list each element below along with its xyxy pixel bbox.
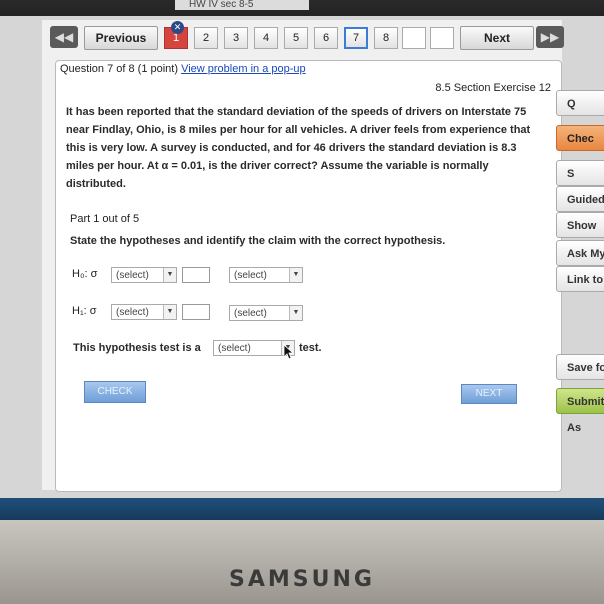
ask-instructor-button[interactable]: Ask My: [556, 240, 604, 266]
sidebar-s-button[interactable]: S: [556, 160, 604, 186]
problem-text: It has been reported that the standard d…: [66, 106, 531, 190]
question-slot-empty: [430, 27, 454, 49]
dropdown-arrow-icon: ▼: [163, 305, 176, 319]
question-7-button[interactable]: 7: [344, 27, 368, 49]
monitor-brand-logo: SAMSUNG: [229, 567, 375, 592]
next-arrow-icon[interactable]: ▶▶: [536, 26, 564, 48]
previous-arrow-icon[interactable]: ◀◀: [50, 26, 78, 48]
question-navbar: ◀◀ Previous 1 ✕ 2 3 4 5 6 7 8 Next ▶▶: [50, 21, 565, 52]
taskbar: [0, 498, 604, 520]
close-icon: ✕: [171, 21, 184, 34]
sidebar-q-button[interactable]: Q: [556, 90, 604, 116]
section-label: 8.5 Section Exercise 12: [435, 82, 551, 94]
test-type-value: (select): [218, 343, 251, 354]
dropdown-arrow-icon: ▼: [289, 268, 302, 282]
next-question-button[interactable]: Next: [460, 26, 534, 50]
h0-operator-select[interactable]: (select) ▼: [111, 267, 177, 283]
next-button[interactable]: NEXT: [461, 384, 517, 404]
question-2-button[interactable]: 2: [194, 27, 218, 49]
save-button[interactable]: Save fo: [556, 354, 604, 380]
part-label: Part 1 out of 5: [70, 213, 140, 225]
submit-assignment-button[interactable]: Submit As: [556, 388, 604, 434]
h0-operator-value: (select): [116, 270, 149, 281]
question-3-button[interactable]: 3: [224, 27, 248, 49]
check-answer-button[interactable]: Chec: [556, 125, 604, 151]
h1-claim-value: (select): [234, 308, 267, 319]
question-6-button[interactable]: 6: [314, 27, 338, 49]
check-button[interactable]: CHECK: [84, 381, 146, 403]
h1-label: H₁: σ: [72, 305, 97, 317]
h1-value-input[interactable]: [182, 304, 210, 320]
question-8-button[interactable]: 8: [374, 27, 398, 49]
question-5-button[interactable]: 5: [284, 27, 308, 49]
question-slot-empty: [402, 27, 426, 49]
test-prefix: This hypothesis test is a: [73, 342, 201, 354]
part-instruction: State the hypotheses and identify the cl…: [70, 235, 446, 247]
h1-operator-value: (select): [116, 307, 149, 318]
mouse-cursor-icon: [283, 344, 293, 360]
h1-operator-select[interactable]: (select) ▼: [111, 304, 177, 320]
question-counter: Question 7 of 8 (1 point): [60, 63, 179, 75]
popup-link[interactable]: View problem in a pop-up: [181, 63, 306, 75]
dropdown-arrow-icon: ▼: [289, 306, 302, 320]
dropdown-arrow-icon: ▼: [163, 268, 176, 282]
window-title: HW IV sec 8-5: [175, 0, 309, 10]
h0-label: H₀: σ: [72, 268, 98, 280]
h0-claim-select[interactable]: (select) ▼: [229, 267, 303, 283]
h0-value-input[interactable]: [182, 267, 210, 283]
h1-claim-select[interactable]: (select) ▼: [229, 305, 303, 321]
link-to-button[interactable]: Link to: [556, 266, 604, 292]
test-suffix: test.: [299, 342, 322, 354]
show-me-button[interactable]: Show: [556, 212, 604, 238]
question-4-button[interactable]: 4: [254, 27, 278, 49]
question-header: Question 7 of 8 (1 point) View problem i…: [60, 63, 306, 75]
previous-button[interactable]: Previous: [84, 26, 158, 50]
guided-solution-button[interactable]: Guided: [556, 186, 604, 212]
h0-claim-value: (select): [234, 270, 267, 281]
